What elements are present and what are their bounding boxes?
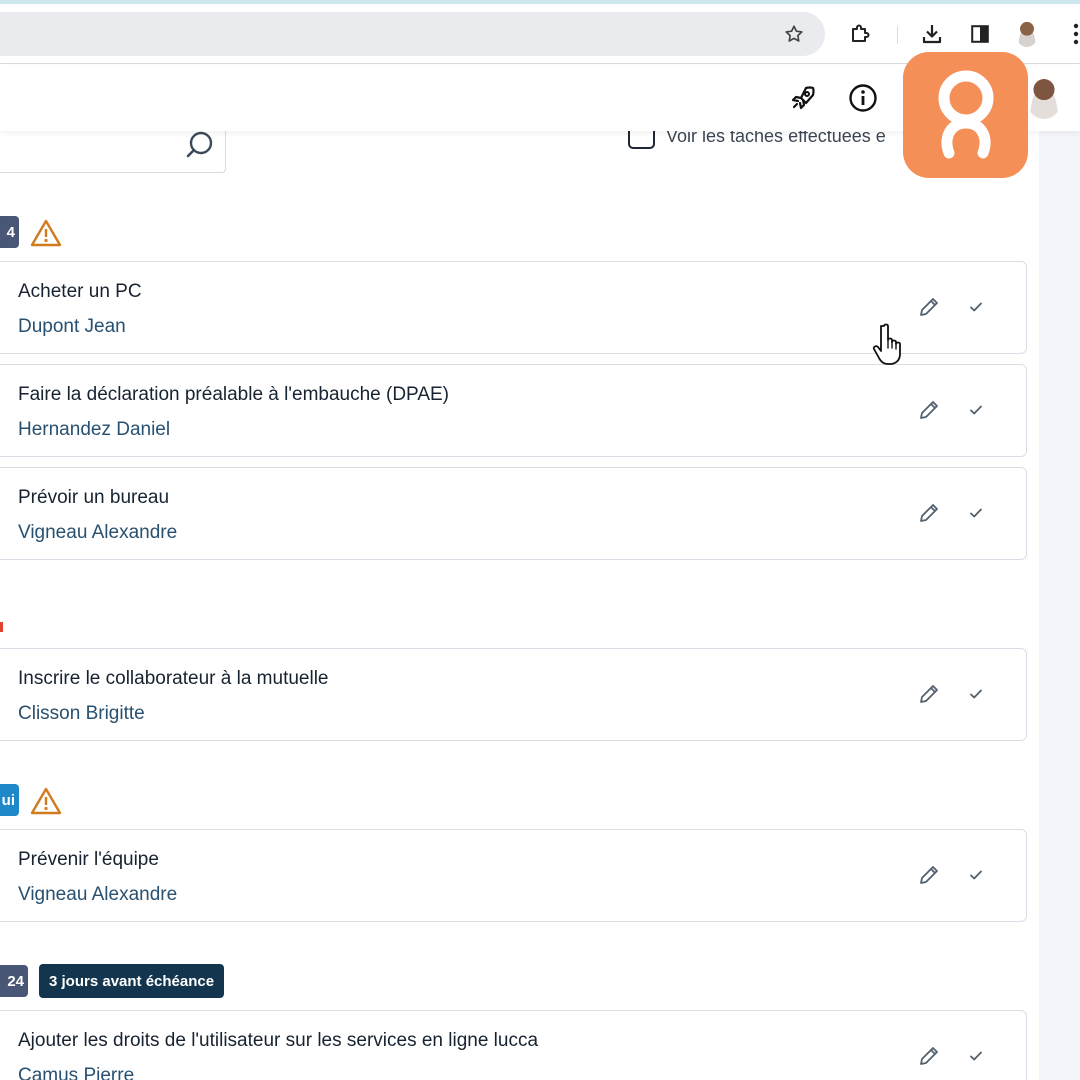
address-bar[interactable] (0, 12, 825, 56)
check-icon[interactable] (963, 681, 989, 707)
task-title: Inscrire le collaborateur à la mutuelle (18, 668, 329, 689)
date-chip: 24 (0, 965, 28, 997)
task-assignee: Hernandez Daniel (18, 419, 171, 440)
warning-icon (30, 787, 62, 815)
right-gutter (1039, 131, 1080, 1080)
edit-icon[interactable] (914, 292, 944, 322)
hand-cursor-icon (872, 323, 901, 365)
profile-avatar[interactable] (1011, 18, 1043, 50)
task-title: Ajouter les droits de l'utilisateur sur … (18, 1030, 539, 1051)
date-chip: 4 (0, 216, 19, 248)
warning-icon (30, 219, 62, 247)
task-card: Prévoir un bureau Vigneau Alexandre (0, 467, 1027, 560)
edit-icon[interactable] (914, 395, 944, 425)
lucca-logo (903, 52, 1028, 178)
due-badge: 3 jours avant échéance (39, 964, 225, 998)
task-assignee: Vigneau Alexandre (18, 884, 178, 905)
check-icon[interactable] (963, 294, 989, 320)
user-avatar[interactable] (1026, 77, 1062, 119)
check-icon[interactable] (963, 397, 989, 423)
task-title: Prévenir l'équipe (18, 849, 159, 870)
edit-icon[interactable] (914, 679, 944, 709)
task-assignee: Clisson Brigitte (18, 703, 145, 724)
extension-icon[interactable] (845, 18, 877, 50)
rocket-icon[interactable] (786, 81, 820, 115)
edit-icon[interactable] (914, 860, 944, 890)
edit-icon[interactable] (914, 1041, 944, 1071)
check-icon[interactable] (963, 862, 989, 888)
info-icon[interactable] (846, 81, 880, 115)
download-icon[interactable] (916, 18, 948, 50)
task-assignee: Camus Pierre (18, 1065, 135, 1080)
check-icon[interactable] (963, 500, 989, 526)
task-title: Acheter un PC (18, 281, 142, 302)
task-card: Faire la déclaration préalable à l'embau… (0, 364, 1027, 457)
task-title: Prévoir un bureau (18, 487, 170, 508)
task-card: Ajouter les droits de l'utilisateur sur … (0, 1010, 1027, 1080)
search-icon[interactable] (183, 129, 215, 161)
task-card: Inscrire le collaborateur à la mutuelle … (0, 648, 1027, 741)
edit-icon[interactable] (914, 498, 944, 528)
toolbar-separator (897, 26, 898, 44)
overdue-marker (0, 622, 3, 632)
more-icon[interactable] (1060, 18, 1080, 50)
task-title: Faire la déclaration préalable à l'embau… (18, 384, 449, 405)
star-icon[interactable] (778, 18, 810, 50)
side-panel-icon[interactable] (964, 18, 996, 50)
task-card: Prévenir l'équipe Vigneau Alexandre (0, 829, 1027, 922)
date-chip: ui (0, 784, 19, 816)
task-assignee: Vigneau Alexandre (18, 522, 178, 543)
check-icon[interactable] (963, 1043, 989, 1069)
task-assignee: Dupont Jean (18, 316, 126, 337)
